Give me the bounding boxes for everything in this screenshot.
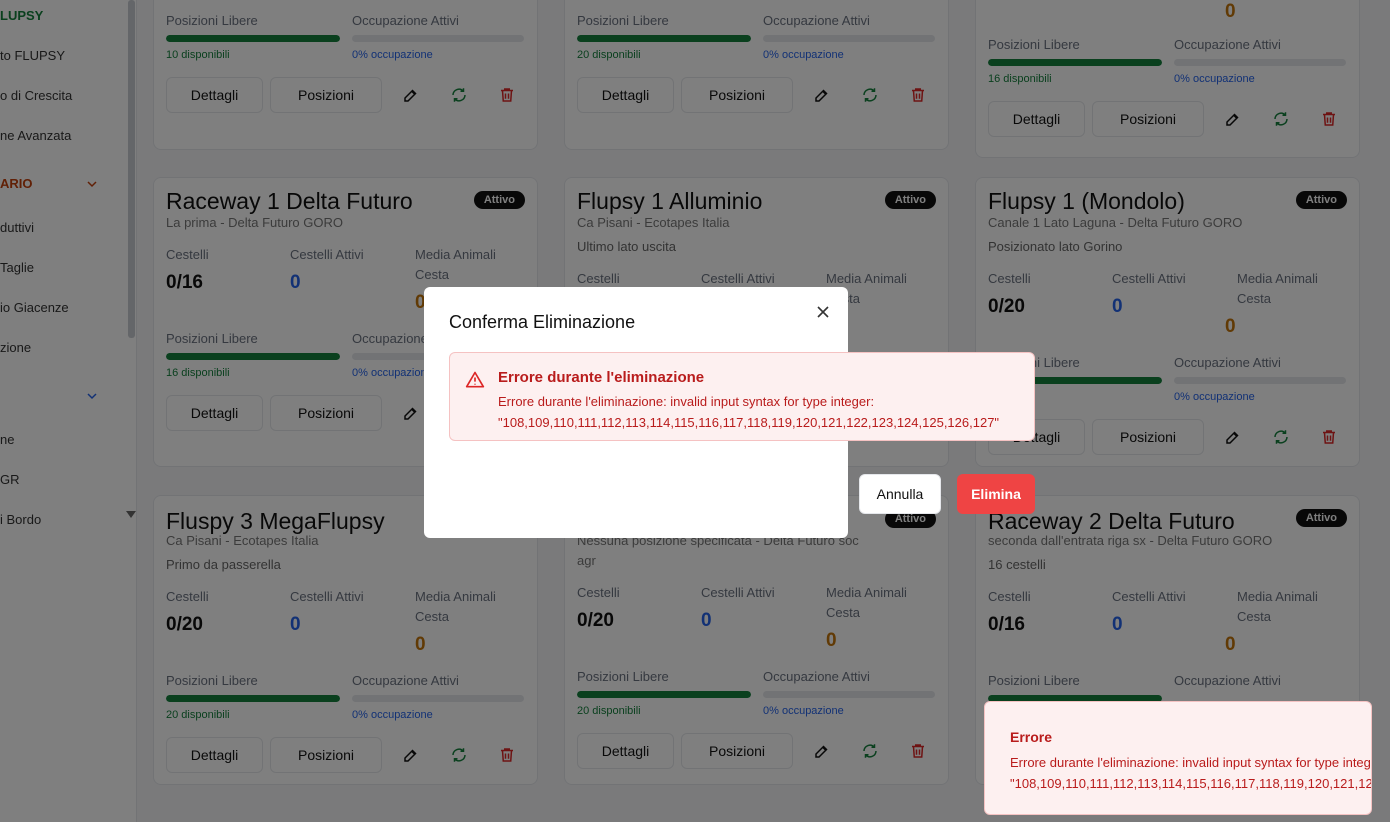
error-alert: Errore durante l'eliminazione Errore dur… [449,352,1035,441]
close-icon[interactable] [816,305,830,319]
toast-message-line: Errore durante l'eliminazione: invalid i… [1010,755,1372,770]
error-message-line: Errore durante l'eliminazione: invalid i… [498,394,875,409]
dialog-title: Conferma Eliminazione [449,312,636,332]
toast-message-line: "108,109,110,111,112,113,114,115,116,117… [1010,776,1372,791]
delete-button[interactable]: Elimina [957,474,1035,514]
warning-icon [465,371,485,388]
error-toast[interactable]: Errore Errore durante l'eliminazione: in… [984,701,1372,815]
error-message: Errore durante l'eliminazione: invalid i… [498,391,999,433]
error-message-line: "108,109,110,111,112,113,114,115,116,117… [498,415,1000,430]
cancel-button[interactable]: Annulla [859,474,941,514]
error-title: Errore durante l'eliminazione [498,369,705,386]
toast-message: Errore durante l'eliminazione: invalid i… [1010,752,1372,794]
toast-title: Errore [1010,729,1053,745]
